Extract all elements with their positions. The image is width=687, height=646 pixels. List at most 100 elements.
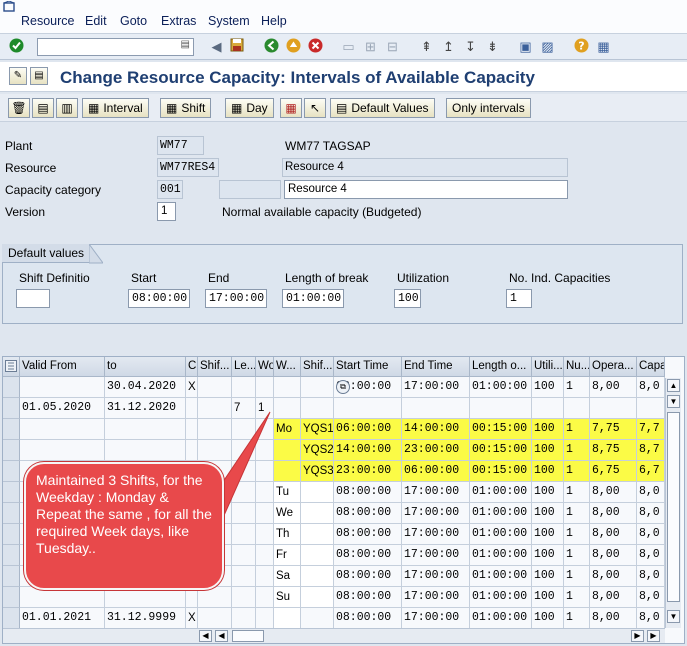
cell-num-capacities[interactable] xyxy=(564,398,590,419)
cell-capacity[interactable]: 8,0 xyxy=(637,482,665,503)
cell-capacity[interactable]: 7,7 xyxy=(637,419,665,440)
help-icon[interactable]: ? xyxy=(573,38,590,55)
row-selector[interactable] xyxy=(3,440,20,461)
cell-c[interactable]: X xyxy=(186,608,198,629)
cell-shift-def[interactable] xyxy=(301,482,334,503)
column-header-length[interactable]: Le... xyxy=(232,357,256,377)
cell-break-length[interactable]: 01:00:00 xyxy=(470,587,532,608)
cell-to[interactable]: 30.04.2020 xyxy=(105,377,186,398)
length-of-break-field[interactable]: 01:00:00 xyxy=(282,289,344,308)
cell-num-capacities[interactable]: 1 xyxy=(564,566,590,587)
day-button[interactable]: ▦ Day xyxy=(225,98,274,118)
scroll-left-icon[interactable]: ◀ xyxy=(215,630,228,642)
menu-extras[interactable]: Extras xyxy=(161,14,196,28)
shortcut-icon[interactable]: ▨ xyxy=(539,38,556,55)
scroll-page-down-icon[interactable]: ▼ xyxy=(667,395,680,408)
shift-definition-field[interactable] xyxy=(16,289,50,308)
find-icon[interactable]: ⊞ xyxy=(362,38,379,55)
cell-capacity[interactable]: 8,0 xyxy=(637,545,665,566)
find-next-icon[interactable]: ⊟ xyxy=(384,38,401,55)
capacity-category-field[interactable]: 001 xyxy=(157,180,183,199)
column-header-capacity[interactable]: Capa xyxy=(637,357,665,377)
cell-num-capacities[interactable]: 1 xyxy=(564,377,590,398)
cell-operating-time[interactable]: 8,75 xyxy=(590,440,637,461)
cell-length[interactable] xyxy=(232,545,256,566)
cell-weekday[interactable]: Fr xyxy=(274,545,301,566)
cell-capacity[interactable] xyxy=(637,398,665,419)
column-header-shift-def[interactable]: Shif... xyxy=(301,357,334,377)
cell-operating-time[interactable]: 6,75 xyxy=(590,461,637,482)
cell-utilization[interactable]: 100 xyxy=(532,545,564,566)
exit-icon[interactable] xyxy=(285,38,302,55)
cell-num-capacities[interactable]: 1 xyxy=(564,419,590,440)
cell-utilization[interactable]: 100 xyxy=(532,419,564,440)
individual-capacities-field[interactable]: 1 xyxy=(506,289,532,308)
cell-start-time[interactable]: 08:00:00 xyxy=(334,545,402,566)
cell-operating-time[interactable]: 8,00 xyxy=(590,587,637,608)
cell-num-capacities[interactable]: 1 xyxy=(564,587,590,608)
cell-operating-time[interactable]: 8,00 xyxy=(590,503,637,524)
cell-weekday[interactable]: Su xyxy=(274,587,301,608)
cell-shift-def[interactable] xyxy=(301,503,334,524)
column-header-utilization[interactable]: Utili... xyxy=(532,357,564,377)
cell-break-length[interactable]: 01:00:00 xyxy=(470,524,532,545)
row-selector[interactable] xyxy=(3,398,20,419)
cell-length[interactable] xyxy=(232,566,256,587)
row-selector[interactable] xyxy=(3,419,20,440)
cell-utilization[interactable]: 100 xyxy=(532,440,564,461)
cell-to[interactable] xyxy=(105,419,186,440)
cell-break-length[interactable]: 00:15:00 xyxy=(470,419,532,440)
column-header-operating-time[interactable]: Opera... xyxy=(590,357,637,377)
cell-valid-from[interactable] xyxy=(20,587,105,608)
cell-break-length[interactable]: 01:00:00 xyxy=(470,482,532,503)
cell-end-time[interactable]: 17:00:00 xyxy=(402,503,470,524)
cell-operating-time[interactable]: 8,00 xyxy=(590,524,637,545)
row-selector[interactable] xyxy=(3,545,20,566)
cell-operating-time[interactable]: 8,00 xyxy=(590,545,637,566)
cell-capacity[interactable]: 8,7 xyxy=(637,440,665,461)
cell-operating-time[interactable]: 8,00 xyxy=(590,566,637,587)
cell-shift-def[interactable]: YQS3 xyxy=(301,461,334,482)
cell-break-length[interactable]: 00:15:00 xyxy=(470,440,532,461)
row-selector[interactable] xyxy=(3,503,20,524)
save-icon[interactable] xyxy=(228,38,245,55)
cell-to[interactable]: 31.12.9999 xyxy=(105,608,186,629)
details-icon[interactable]: ⧉ xyxy=(336,380,350,394)
row-selector[interactable] xyxy=(3,566,20,587)
cell-break-length[interactable] xyxy=(470,398,532,419)
previous-page-icon[interactable]: ↥ xyxy=(440,38,457,55)
cell-wo[interactable] xyxy=(256,566,274,587)
cell-start-time[interactable]: 06:00:00 xyxy=(334,419,402,440)
cell-to[interactable] xyxy=(105,440,186,461)
column-header-to[interactable]: to xyxy=(105,357,186,377)
cell-operating-time[interactable]: 7,75 xyxy=(590,419,637,440)
cell-utilization[interactable]: 100 xyxy=(532,503,564,524)
cell-start-time[interactable]: 08:00:00 xyxy=(334,566,402,587)
cell-shift-def[interactable] xyxy=(301,377,334,398)
cell-break-length[interactable]: 01:00:00 xyxy=(470,377,532,398)
cell-wo[interactable] xyxy=(256,545,274,566)
cell-num-capacities[interactable]: 1 xyxy=(564,440,590,461)
horizontal-scroll-thumb[interactable] xyxy=(232,630,264,642)
cell-wo[interactable] xyxy=(256,587,274,608)
cell-length[interactable] xyxy=(232,587,256,608)
cell-utilization[interactable]: 100 xyxy=(532,377,564,398)
cell-end-time[interactable]: 06:00:00 xyxy=(402,461,470,482)
cell-c[interactable] xyxy=(186,587,198,608)
cell-end-time[interactable]: 17:00:00 xyxy=(402,545,470,566)
column-header-wo[interactable]: Wo xyxy=(256,357,274,377)
cell-break-length[interactable]: 01:00:00 xyxy=(470,566,532,587)
row-selector[interactable] xyxy=(3,377,20,398)
menu-system[interactable]: System xyxy=(208,14,250,28)
scroll-last-column-icon[interactable]: ▶ xyxy=(647,630,660,642)
cell-to[interactable] xyxy=(105,587,186,608)
horizontal-scrollbar[interactable]: ◀ ◀ ▶ ▶ xyxy=(3,628,665,643)
last-page-icon[interactable]: ⇟ xyxy=(484,38,501,55)
end-field[interactable]: 17:00:00 xyxy=(205,289,267,308)
command-field[interactable]: ▤ xyxy=(37,38,194,56)
cell-end-time[interactable] xyxy=(402,398,470,419)
delete-icon[interactable]: 🗑 xyxy=(8,98,30,118)
cell-end-time[interactable]: 17:00:00 xyxy=(402,566,470,587)
cell-shift-def[interactable] xyxy=(301,524,334,545)
row-selector[interactable] xyxy=(3,587,20,608)
